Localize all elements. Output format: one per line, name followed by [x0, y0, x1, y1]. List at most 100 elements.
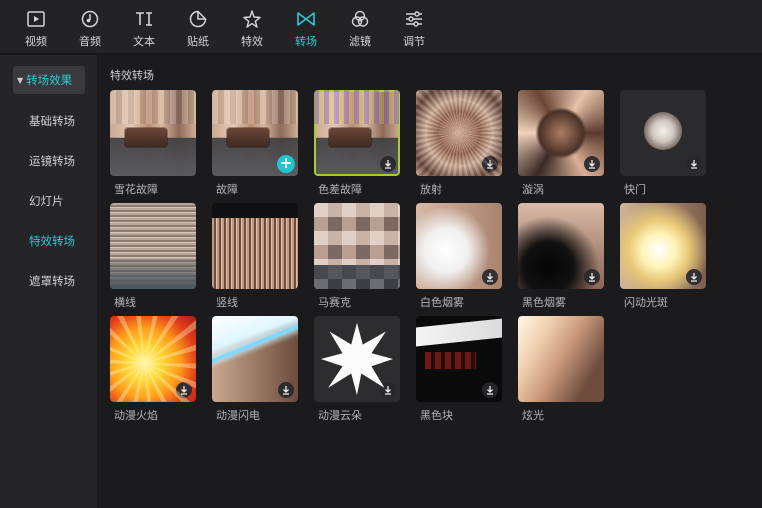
transition-card[interactable]: 放射 [416, 90, 504, 197]
download-icon[interactable] [584, 269, 600, 285]
transition-label: 雪花故障 [114, 183, 158, 196]
tab-effects[interactable]: 特效 [226, 8, 278, 52]
transition-label: 放射 [420, 183, 442, 196]
tab-label: 调节 [403, 35, 425, 48]
sidebar-item-mask[interactable]: 遮罩转场 [13, 267, 85, 295]
transition-card[interactable]: 横线 [110, 203, 198, 310]
transition-card[interactable]: 马赛克 [314, 203, 402, 310]
sidebar-item-basic[interactable]: 基础转场 [13, 107, 85, 135]
transition-thumbnail [620, 90, 706, 176]
download-icon[interactable] [278, 269, 294, 285]
transition-thumbnail [110, 90, 196, 176]
transition-card[interactable]: 快门 [620, 90, 708, 197]
tab-label: 滤镜 [349, 35, 371, 48]
transition-label: 色差故障 [318, 183, 362, 196]
transition-label: 动漫闪电 [216, 409, 260, 422]
tab-label: 贴纸 [187, 35, 209, 48]
transition-thumbnail [314, 203, 400, 289]
transition-card[interactable]: 漩涡 [518, 90, 606, 197]
transition-label: 黑色块 [420, 409, 453, 422]
transition-card[interactable]: 炫光 [518, 316, 606, 423]
tab-audio[interactable]: 音频 [64, 8, 116, 52]
tab-label: 视频 [25, 35, 47, 48]
sidebar-item-camera[interactable]: 运镜转场 [13, 147, 85, 175]
add-button[interactable]: + [277, 155, 295, 173]
transition-thumbnail [212, 203, 298, 289]
transition-label: 白色烟雾 [420, 296, 464, 309]
sparkle-star-icon [241, 8, 263, 30]
sidebar-item-slideshow[interactable]: 幻灯片 [13, 187, 85, 215]
transition-thumbnail [314, 90, 400, 176]
tab-label: 转场 [295, 35, 317, 48]
transition-card[interactable]: 闪动光斑 [620, 203, 708, 310]
transition-card[interactable]: 动漫火焰 [110, 316, 198, 423]
transition-label: 动漫火焰 [114, 409, 158, 422]
transition-thumbnail [518, 90, 604, 176]
sidebar-item-special[interactable]: 特效转场 [13, 227, 85, 255]
transition-thumbnail [416, 316, 502, 402]
download-icon[interactable] [482, 269, 498, 285]
transition-thumbnail [212, 316, 298, 402]
download-icon[interactable] [482, 382, 498, 398]
sidebar-item-label: 特效转场 [29, 234, 75, 248]
tab-label: 特效 [241, 35, 263, 48]
download-icon[interactable] [176, 382, 192, 398]
caret-down-icon: ▼ [17, 76, 24, 85]
transition-grid-panel: 特效转场 雪花故障 + 故障 色差故障 放射 漩涡 快门 横线 竖线 马赛克 白… [98, 55, 762, 508]
sticker-icon [187, 8, 209, 30]
transition-thumbnail [110, 203, 196, 289]
sidebar-item-label: 幻灯片 [29, 194, 64, 208]
text-ti-icon [133, 8, 155, 30]
transition-thumbnail [416, 90, 502, 176]
transition-thumbnail [314, 316, 400, 402]
transition-label: 横线 [114, 296, 136, 309]
download-icon[interactable] [380, 269, 396, 285]
transition-label: 黑色烟雾 [522, 296, 566, 309]
sliders-icon [403, 8, 425, 30]
transition-card[interactable]: 竖线 [212, 203, 300, 310]
top-toolbar: 视频 音频 文本 贴纸 特效 转场 滤镜 调节 [0, 0, 762, 54]
download-icon[interactable] [380, 382, 396, 398]
transition-thumbnail: + [212, 90, 298, 176]
download-icon[interactable] [482, 156, 498, 172]
transition-card[interactable]: 动漫云朵 [314, 316, 402, 423]
filter-circles-icon [349, 8, 371, 30]
section-title: 特效转场 [110, 69, 154, 82]
transition-card[interactable]: 动漫闪电 [212, 316, 300, 423]
tab-sticker[interactable]: 贴纸 [172, 8, 224, 52]
sidebar-item-label: 转场效果 [26, 73, 73, 87]
download-icon[interactable] [380, 156, 396, 172]
transition-label: 炫光 [522, 409, 544, 422]
transition-thumbnail [416, 203, 502, 289]
tab-label: 音频 [79, 35, 101, 48]
tab-filters[interactable]: 滤镜 [334, 8, 386, 52]
download-icon[interactable] [278, 382, 294, 398]
sidebar-item-label: 基础转场 [29, 114, 75, 128]
transition-label: 马赛克 [318, 296, 351, 309]
tab-video[interactable]: 视频 [10, 8, 62, 52]
bowtie-transition-icon [295, 8, 317, 30]
transition-thumbnail [110, 316, 196, 402]
transition-card[interactable]: 黑色烟雾 [518, 203, 606, 310]
transition-label: 动漫云朵 [318, 409, 362, 422]
music-note-icon [79, 8, 101, 30]
transition-card[interactable]: 黑色块 [416, 316, 504, 423]
transition-card[interactable]: 白色烟雾 [416, 203, 504, 310]
tab-adjust[interactable]: 调节 [388, 8, 440, 52]
sidebar-item-label: 遮罩转场 [29, 274, 75, 288]
transition-card[interactable]: 色差故障 [314, 90, 402, 197]
sidebar-item-label: 运镜转场 [29, 154, 75, 168]
download-icon[interactable] [686, 269, 702, 285]
category-sidebar: ▼ 转场效果 基础转场 运镜转场 幻灯片 特效转场 遮罩转场 [0, 55, 97, 508]
tab-label: 文本 [133, 35, 155, 48]
download-icon[interactable] [584, 156, 600, 172]
transition-card[interactable]: 雪花故障 [110, 90, 198, 197]
tab-transitions[interactable]: 转场 [280, 8, 332, 52]
transition-card[interactable]: + 故障 [212, 90, 300, 197]
transition-thumbnail [518, 203, 604, 289]
sidebar-group-transition-effects[interactable]: ▼ 转场效果 [13, 66, 85, 94]
download-icon[interactable] [686, 156, 702, 172]
tab-text[interactable]: 文本 [118, 8, 170, 52]
transition-label: 快门 [624, 183, 646, 196]
transition-label: 漩涡 [522, 183, 544, 196]
